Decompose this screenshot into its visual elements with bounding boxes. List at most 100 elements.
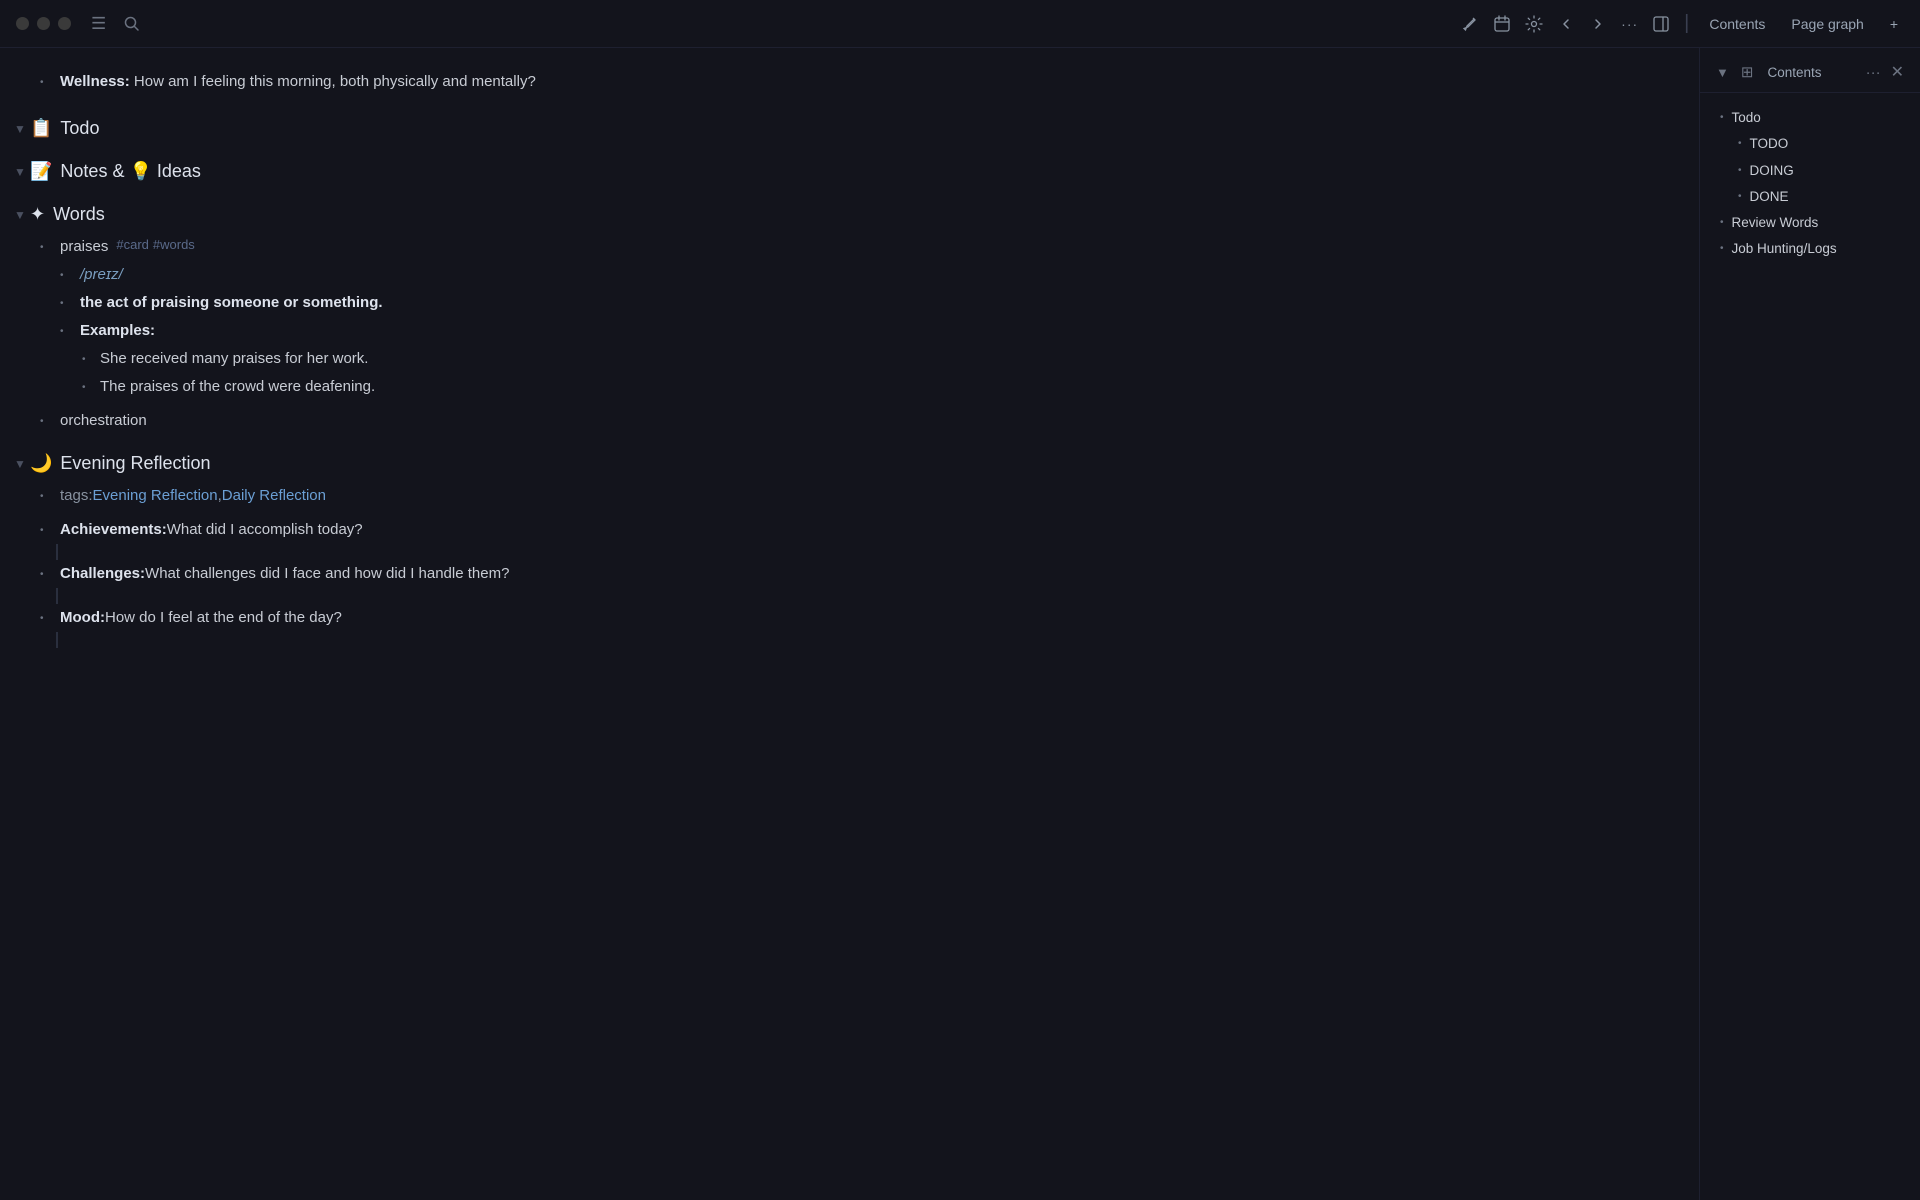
evening-title: Evening Reflection	[60, 453, 210, 474]
minimize-button[interactable]	[37, 17, 50, 30]
job-hunting-label: Job Hunting/Logs	[1732, 239, 1837, 259]
sidebar-content: • Todo • TODO • DOING • DONE • Review Wo…	[1700, 93, 1920, 275]
mood-label: Mood:	[60, 606, 105, 630]
example2-line: • The praises of the crowd were deafenin…	[0, 373, 1699, 401]
maximize-button[interactable]	[58, 17, 71, 30]
achievements-label: Achievements:	[60, 518, 167, 542]
back-icon[interactable]	[1557, 15, 1575, 33]
challenges-label: Challenges:	[60, 562, 145, 586]
sidebar-header-actions: ··· ✕	[1866, 62, 1904, 82]
tag-evening-reflection[interactable]: Evening Reflection	[93, 484, 218, 508]
todo-todo-bullet: •	[1738, 136, 1742, 151]
praises-tag-words: #words	[153, 235, 195, 256]
doing-label: DOING	[1750, 161, 1794, 181]
sidebar-more-icon[interactable]: ···	[1866, 64, 1881, 81]
todo-icon: 📋	[30, 118, 52, 139]
todo-collapse[interactable]: ▼	[14, 122, 26, 136]
examples-header-bullet: •	[60, 324, 64, 340]
doing-bullet: •	[1738, 163, 1742, 178]
titlebar-icons: ☰	[91, 14, 140, 34]
definition-bullet: •	[60, 296, 64, 312]
mood-text: How do I feel at the end of the day?	[105, 606, 342, 630]
achievements-line: • Achievements: What did I accomplish to…	[0, 516, 1699, 544]
done-bullet: •	[1738, 189, 1742, 204]
todo-todo-label: TODO	[1750, 134, 1789, 154]
titlebar: ☰	[0, 0, 1920, 48]
sidebar-item-todo-todo[interactable]: • TODO	[1700, 131, 1920, 157]
notes-section-header[interactable]: ▼ 📝 Notes & 💡 Ideas	[0, 153, 1699, 190]
words-title: Words	[53, 204, 105, 225]
mood-line: • Mood: How do I feel at the end of the …	[0, 604, 1699, 632]
evening-collapse[interactable]: ▼	[14, 457, 26, 471]
traffic-lights	[16, 17, 71, 30]
sidebar-item-doing[interactable]: • DOING	[1700, 158, 1920, 184]
sidebar-item-job-hunting[interactable]: • Job Hunting/Logs	[1700, 236, 1920, 262]
forward-icon[interactable]	[1589, 15, 1607, 33]
tags-bullet: •	[40, 489, 44, 505]
notes-collapse[interactable]: ▼	[14, 165, 26, 179]
notes-title: Notes & 💡 Ideas	[60, 161, 200, 182]
definition-line: • the act of praising someone or somethi…	[0, 289, 1699, 317]
definition-text: the act of praising someone or something…	[80, 291, 383, 315]
notes-icon: 📝	[30, 161, 52, 182]
sidebar-item-done[interactable]: • DONE	[1700, 184, 1920, 210]
panel-icon[interactable]	[1652, 15, 1670, 33]
wellness-line: • Wellness: How am I feeling this mornin…	[0, 68, 1699, 96]
sidebar-item-review-words[interactable]: • Review Words	[1700, 210, 1920, 236]
achievements-bullet: •	[40, 523, 44, 539]
words-icon: ✦	[30, 204, 45, 225]
wellness-bullet: •	[40, 75, 44, 91]
done-label: DONE	[1750, 187, 1789, 207]
tags-line: • tags: Evening Reflection , Daily Refle…	[0, 482, 1699, 510]
close-button[interactable]	[16, 17, 29, 30]
settings-icon[interactable]	[1525, 15, 1543, 33]
sidebar-header: ▼ ⊞ Contents ··· ✕	[1700, 48, 1920, 93]
tab-contents[interactable]: Contents	[1703, 12, 1771, 36]
words-section-header[interactable]: ▼ ✦ Words	[0, 196, 1699, 233]
evening-section-header[interactable]: ▼ 🌙 Evening Reflection	[0, 445, 1699, 482]
titlebar-right: ··· | Contents Page graph +	[1461, 12, 1904, 36]
phonetic-line: • /preɪz/	[0, 261, 1699, 289]
praises-word: praises	[60, 235, 108, 259]
praises-tag-card: #card	[116, 235, 149, 256]
todo-section-header[interactable]: ▼ 📋 Todo	[0, 110, 1699, 147]
todo-sidebar-label: Todo	[1732, 108, 1761, 128]
main-layout: • Wellness: How am I feeling this mornin…	[0, 48, 1920, 1200]
tab-page-graph[interactable]: Page graph	[1785, 12, 1869, 36]
examples-header-text: Examples:	[80, 319, 155, 343]
wellness-content: How am I feeling this morning, both phys…	[130, 73, 536, 90]
challenges-text: What challenges did I face and how did I…	[145, 562, 509, 586]
example1-bullet: •	[82, 352, 86, 368]
review-words-label: Review Words	[1732, 213, 1819, 233]
challenges-line: • Challenges: What challenges did I face…	[0, 560, 1699, 588]
praises-line: • praises #card #words	[0, 233, 1699, 261]
more-icon[interactable]: ···	[1621, 16, 1638, 32]
wellness-label: Wellness:	[60, 73, 130, 90]
sidebar-item-todo[interactable]: • Todo	[1700, 105, 1920, 131]
todo-title: Todo	[60, 118, 99, 139]
example1-line: • She received many praises for her work…	[0, 345, 1699, 373]
sidebar-close-icon[interactable]: ✕	[1891, 62, 1904, 82]
job-hunting-bullet: •	[1720, 241, 1724, 256]
praises-bullet: •	[40, 240, 44, 256]
search-icon[interactable]	[124, 16, 140, 32]
words-collapse[interactable]: ▼	[14, 208, 26, 222]
orchestration-line: • orchestration	[0, 407, 1699, 435]
mood-bullet: •	[40, 611, 44, 627]
menu-icon[interactable]: ☰	[91, 14, 106, 34]
tab-add[interactable]: +	[1884, 12, 1904, 36]
challenges-bullet: •	[40, 567, 44, 583]
orchestration-text: orchestration	[60, 409, 147, 433]
content-area[interactable]: • Wellness: How am I feeling this mornin…	[0, 48, 1699, 1200]
sidebar-collapse-icon[interactable]: ▼	[1716, 65, 1729, 80]
tag-daily-reflection[interactable]: Daily Reflection	[222, 484, 326, 508]
orchestration-bullet: •	[40, 414, 44, 430]
sidebar-title-icon: ⊞	[1741, 63, 1754, 81]
example1-text: She received many praises for her work.	[100, 347, 368, 371]
phonetic-text: /preɪz/	[80, 263, 123, 287]
calendar-icon[interactable]	[1493, 15, 1511, 33]
phonetic-bullet: •	[60, 268, 64, 284]
edit-icon[interactable]	[1461, 15, 1479, 33]
wellness-text: Wellness: How am I feeling this morning,…	[60, 70, 536, 94]
todo-sidebar-bullet: •	[1720, 110, 1724, 125]
